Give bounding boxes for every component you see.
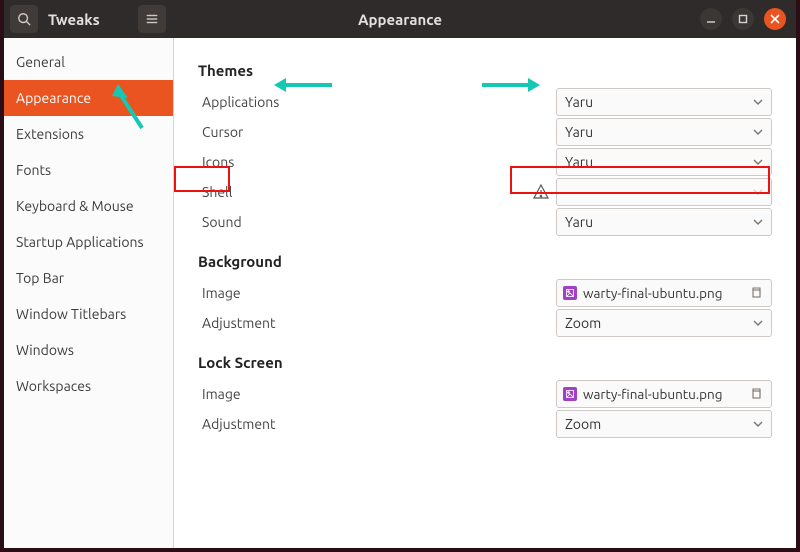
chevron-down-icon — [753, 124, 763, 140]
section-heading-background: Background — [198, 253, 772, 270]
label-icons: Icons — [198, 154, 556, 170]
close-button[interactable] — [764, 8, 786, 30]
combo-applications-value: Yaru — [565, 94, 593, 110]
sidebar-item-workspaces[interactable]: Workspaces — [4, 368, 173, 404]
open-file-icon — [747, 385, 765, 403]
combo-cursor-value: Yaru — [565, 124, 593, 140]
label-applications: Applications — [198, 94, 556, 110]
label-ls-image: Image — [198, 386, 556, 402]
row-theme-applications: Applications Yaru — [198, 87, 772, 117]
row-ls-adjustment: Adjustment Zoom — [198, 409, 772, 439]
combo-cursor[interactable]: Yaru — [556, 118, 772, 146]
combo-icons[interactable]: Yaru — [556, 148, 772, 176]
row-bg-image: Image warty-final-ubuntu.png — [198, 278, 772, 308]
sidebar-item-general[interactable]: General — [4, 44, 173, 80]
maximize-button[interactable] — [732, 8, 754, 30]
sidebar-item-top-bar[interactable]: Top Bar — [4, 260, 173, 296]
sidebar-item-windows[interactable]: Windows — [4, 332, 173, 368]
combo-applications[interactable]: Yaru — [556, 88, 772, 116]
combo-ls-adjustment[interactable]: Zoom — [556, 410, 772, 438]
chevron-down-icon — [753, 184, 763, 200]
app-title: Tweaks — [48, 11, 100, 28]
chevron-down-icon — [753, 94, 763, 110]
chevron-down-icon — [753, 315, 763, 331]
combo-sound[interactable]: Yaru — [556, 208, 772, 236]
hamburger-button[interactable] — [138, 5, 166, 33]
combo-sound-value: Yaru — [565, 214, 593, 230]
filechooser-bg-filename: warty-final-ubuntu.png — [583, 285, 741, 301]
search-button[interactable] — [10, 5, 38, 33]
label-bg-image: Image — [198, 285, 556, 301]
minimize-icon — [706, 14, 716, 24]
label-bg-adjustment: Adjustment — [198, 315, 556, 331]
row-bg-adjustment: Adjustment Zoom — [198, 308, 772, 338]
sidebar: General Appearance Extensions Fonts Keyb… — [4, 38, 174, 548]
row-ls-image: Image warty-final-ubuntu.png — [198, 379, 772, 409]
content-pane: Themes Applications Yaru Cursor Yaru — [174, 38, 796, 548]
section-heading-lockscreen: Lock Screen — [198, 354, 772, 371]
section-heading-themes: Themes — [198, 62, 772, 79]
sidebar-item-keyboard-mouse[interactable]: Keyboard & Mouse — [4, 188, 173, 224]
sidebar-item-extensions[interactable]: Extensions — [4, 116, 173, 152]
row-theme-cursor: Cursor Yaru — [198, 117, 772, 147]
filechooser-ls-filename: warty-final-ubuntu.png — [583, 386, 741, 402]
hamburger-icon — [145, 12, 159, 26]
combo-ls-adjustment-value: Zoom — [565, 416, 601, 432]
close-icon — [770, 14, 780, 24]
combo-shell — [556, 178, 772, 206]
maximize-icon — [738, 14, 748, 24]
sidebar-item-fonts[interactable]: Fonts — [4, 152, 173, 188]
chevron-down-icon — [753, 416, 763, 432]
open-file-icon — [747, 284, 765, 302]
image-file-icon — [563, 286, 577, 300]
titlebar: Tweaks Appearance — [4, 0, 796, 38]
row-theme-sound: Sound Yaru — [198, 207, 772, 237]
chevron-down-icon — [753, 214, 763, 230]
warning-icon — [532, 183, 550, 201]
label-sound: Sound — [198, 214, 556, 230]
sidebar-item-window-titlebars[interactable]: Window Titlebars — [4, 296, 173, 332]
combo-icons-value: Yaru — [565, 154, 593, 170]
sidebar-item-appearance[interactable]: Appearance — [4, 80, 173, 116]
label-shell: Shell — [198, 184, 532, 200]
image-file-icon — [563, 387, 577, 401]
row-theme-shell: Shell — [198, 177, 772, 207]
sidebar-item-startup-applications[interactable]: Startup Applications — [4, 224, 173, 260]
minimize-button[interactable] — [700, 8, 722, 30]
row-theme-icons: Icons Yaru — [198, 147, 772, 177]
combo-bg-adjustment-value: Zoom — [565, 315, 601, 331]
label-cursor: Cursor — [198, 124, 556, 140]
combo-bg-adjustment[interactable]: Zoom — [556, 309, 772, 337]
search-icon — [17, 12, 31, 26]
filechooser-bg-image[interactable]: warty-final-ubuntu.png — [556, 279, 772, 307]
filechooser-ls-image[interactable]: warty-final-ubuntu.png — [556, 380, 772, 408]
page-title: Appearance — [358, 11, 442, 28]
label-ls-adjustment: Adjustment — [198, 416, 556, 432]
chevron-down-icon — [753, 154, 763, 170]
